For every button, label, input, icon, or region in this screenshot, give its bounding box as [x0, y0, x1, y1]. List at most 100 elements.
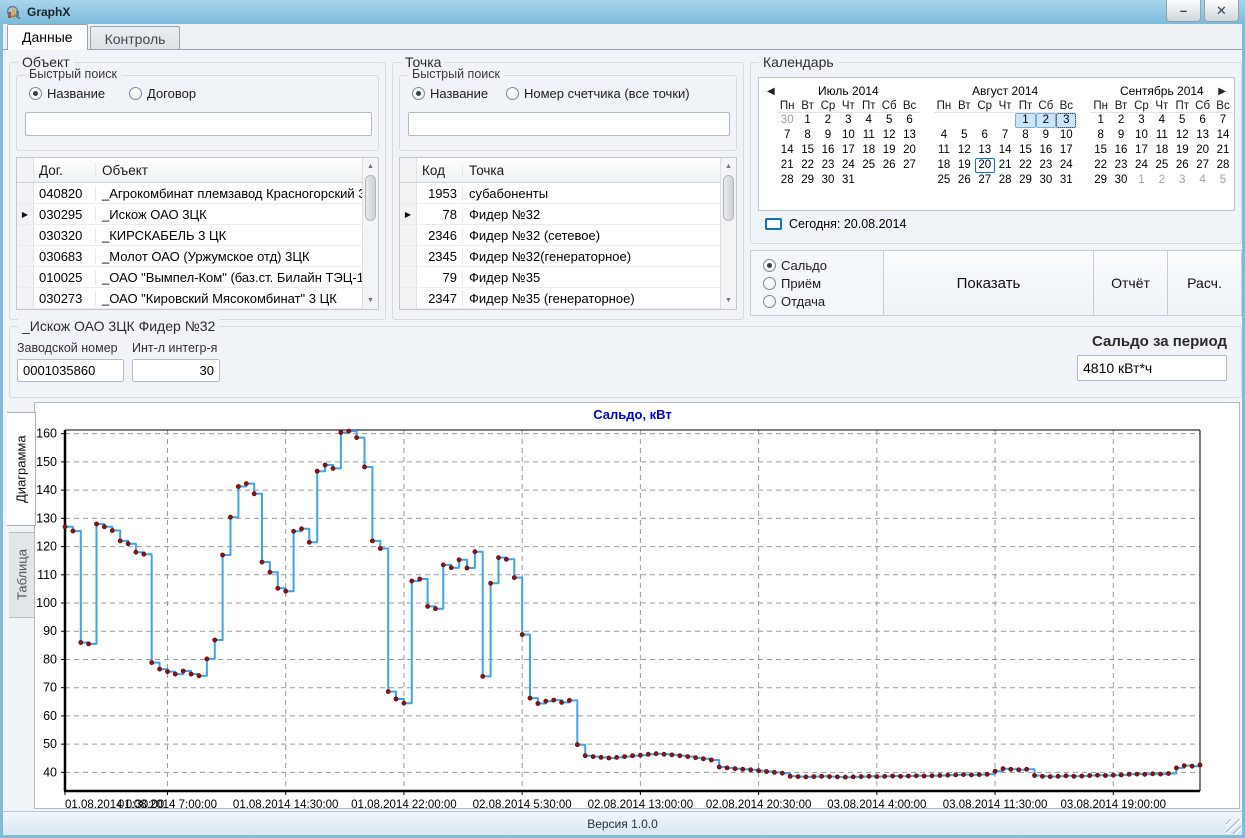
calendar-day[interactable]: 6 [975, 128, 995, 143]
calendar-day[interactable]: 23 [1036, 158, 1056, 173]
calendar-day[interactable]: 5 [1213, 173, 1233, 188]
column-header[interactable]: Точка [463, 163, 720, 178]
calendar-day[interactable]: 22 [1015, 158, 1035, 173]
calendar-day[interactable]: 3 [1131, 113, 1151, 128]
scroll-up-icon[interactable]: ▲ [363, 159, 378, 174]
serial-number-field[interactable] [17, 359, 124, 382]
minimize-button[interactable]: – [1166, 0, 1201, 22]
calendar-day[interactable]: 14 [777, 143, 797, 158]
point-radio-meter[interactable]: Номер счетчика (все точки) [506, 86, 690, 101]
calendar-day[interactable]: 11 [934, 143, 954, 158]
calendar-day[interactable]: 1 [1131, 173, 1151, 188]
calendar-day[interactable]: 5 [954, 128, 974, 143]
calendar-day[interactable]: 21 [1213, 143, 1233, 158]
calendar-day[interactable]: 4 [1192, 173, 1212, 188]
calendar-day[interactable]: 20 [1192, 143, 1212, 158]
calendar-day[interactable]: 16 [1036, 143, 1056, 158]
calendar-day[interactable]: 30 [818, 173, 838, 188]
calendar-prev-icon[interactable]: ◀ [767, 86, 775, 97]
calendar-day[interactable]: 25 [934, 173, 954, 188]
calendar-day[interactable]: 5 [1172, 113, 1192, 128]
object-search-input[interactable] [25, 112, 372, 136]
calendar-day[interactable]: 12 [1172, 128, 1192, 143]
calendar-day[interactable]: 24 [1131, 158, 1151, 173]
calendar-day[interactable]: 18 [1152, 143, 1172, 158]
interval-field[interactable] [132, 359, 220, 382]
calendar-day[interactable]: 22 [797, 158, 817, 173]
calendar-day[interactable]: 15 [1090, 143, 1110, 158]
direction-radio-отдача[interactable]: Отдача [763, 294, 883, 309]
scroll-down-icon[interactable]: ▼ [363, 293, 378, 308]
calendar-day[interactable]: 2 [818, 113, 838, 128]
table-row[interactable]: 030683_Молот ОАО (Уржумское отд) 3ЦК [17, 246, 362, 267]
calendar-day[interactable]: 30 [1036, 173, 1056, 188]
calendar-day[interactable]: 30 [777, 113, 797, 128]
calendar-day[interactable]: 25 [1152, 158, 1172, 173]
calendar-day[interactable]: 6 [899, 113, 919, 128]
calendar-day[interactable]: 26 [954, 173, 974, 188]
calendar-day[interactable]: 18 [859, 143, 879, 158]
calendar-day[interactable]: 16 [1111, 143, 1131, 158]
calendar-day[interactable]: 29 [1090, 173, 1110, 188]
calendar-day[interactable]: 15 [1015, 143, 1035, 158]
calendar-day-selected[interactable]: 2 [1036, 113, 1056, 128]
calendar-next-icon[interactable]: ▶ [1218, 86, 1226, 97]
calendar-day[interactable]: 28 [777, 173, 797, 188]
calendar-day[interactable]: 10 [838, 128, 858, 143]
tab-diagram[interactable]: Диаграмма [7, 412, 36, 526]
calendar-day[interactable]: 22 [1090, 158, 1110, 173]
calendar-day[interactable]: 14 [995, 143, 1015, 158]
tab-kontrol[interactable]: Контроль [90, 26, 181, 49]
calendar-day[interactable]: 19 [1172, 143, 1192, 158]
calendar-day[interactable]: 9 [1111, 128, 1131, 143]
calendar-day-today[interactable]: 20 [975, 158, 995, 173]
calendar-day[interactable]: 8 [1090, 128, 1110, 143]
calendar-day[interactable]: 1 [797, 113, 817, 128]
scrollbar-thumb[interactable] [723, 175, 734, 221]
calendar-day[interactable]: 7 [995, 128, 1015, 143]
calendar-day[interactable]: 28 [995, 173, 1015, 188]
calendar-day[interactable]: 11 [859, 128, 879, 143]
calendar-day[interactable]: 4 [1152, 113, 1172, 128]
calendar-day[interactable]: 30 [1111, 173, 1131, 188]
calendar-day[interactable]: 9 [1036, 128, 1056, 143]
table-row[interactable]: 2347Фидер №35 (генераторное) [400, 288, 720, 309]
calendar-day-selected[interactable]: 1 [1015, 113, 1035, 128]
calendar-day[interactable]: 2 [1111, 113, 1131, 128]
direction-radio-приём[interactable]: Приём [763, 276, 883, 291]
calendar-day[interactable]: 29 [1015, 173, 1035, 188]
calendar-day[interactable]: 17 [838, 143, 858, 158]
calendar-day[interactable]: 24 [1056, 158, 1076, 173]
calendar-day-selected[interactable]: 3 [1056, 113, 1076, 128]
table-row[interactable]: 2346Фидер №32 (сетевое) [400, 225, 720, 246]
calendar-day[interactable]: 10 [1131, 128, 1151, 143]
calendar-day[interactable]: 25 [859, 158, 879, 173]
point-table[interactable]: КодТочка1953субабоненты▶78Фидер №322346Ф… [399, 157, 737, 310]
close-button[interactable]: ✕ [1204, 0, 1239, 22]
table-row[interactable]: 040820_Агрокомбинат племзавод Красногорс… [17, 183, 362, 204]
calendar-day[interactable]: 19 [954, 158, 974, 173]
calendar-day[interactable]: 14 [1213, 128, 1233, 143]
calc-button[interactable]: Расч. [1167, 251, 1241, 315]
object-table[interactable]: Дог.Объект040820_Агрокомбинат племзавод … [16, 157, 379, 310]
calendar-day[interactable]: 20 [899, 143, 919, 158]
point-radio-name[interactable]: Название [412, 86, 488, 101]
column-header[interactable]: Дог. [34, 163, 96, 178]
calendar-day[interactable]: 31 [838, 173, 858, 188]
table-row[interactable]: 79Фидер №35 [400, 267, 720, 288]
calendar-day[interactable]: 4 [859, 113, 879, 128]
table-row[interactable]: 1953субабоненты [400, 183, 720, 204]
calendar-day[interactable]: 8 [797, 128, 817, 143]
calendar-day[interactable]: 9 [818, 128, 838, 143]
calendar-day[interactable]: 13 [975, 143, 995, 158]
calendar-day[interactable]: 13 [899, 128, 919, 143]
tab-dannye[interactable]: Данные [7, 24, 88, 50]
tab-table[interactable]: Таблица [9, 532, 36, 618]
vertical-scrollbar[interactable]: ▲▼ [720, 158, 736, 309]
calendar-day[interactable]: 8 [1015, 128, 1035, 143]
vertical-scrollbar[interactable]: ▲▼ [362, 158, 378, 309]
calendar-day[interactable]: 23 [818, 158, 838, 173]
calendar-day[interactable]: 12 [954, 143, 974, 158]
calendar-day[interactable]: 16 [818, 143, 838, 158]
calendar-day[interactable]: 12 [879, 128, 899, 143]
